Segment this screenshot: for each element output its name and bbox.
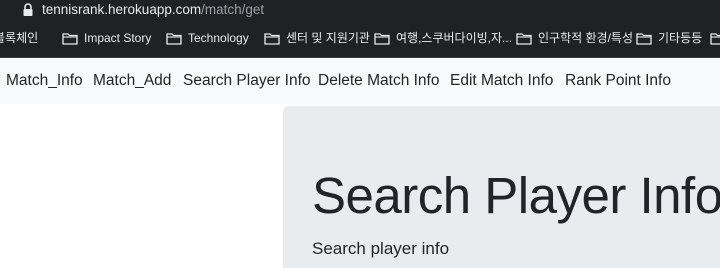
url-path: /match/get [201, 2, 265, 17]
bookmark-label: 블록체인 [0, 31, 39, 45]
nav-match-add[interactable]: Match_Add [93, 71, 171, 91]
bookmark-label: Technology [188, 31, 249, 45]
bookmark-label: 기타등등 [658, 31, 703, 45]
folder-icon [516, 32, 532, 45]
folder-icon [62, 32, 78, 45]
bookmark-folder-travel[interactable]: 여행,스쿠버다이빙,자... [374, 29, 512, 47]
bookmark-folder-overflow[interactable] [710, 29, 720, 47]
bookmark-label: Impact Story [84, 31, 152, 45]
nav-match-info[interactable]: Match_Info [6, 71, 83, 91]
nav-edit-match-info[interactable]: Edit Match Info [450, 71, 553, 91]
folder-icon [710, 32, 720, 45]
bookmark-folder-blockchain[interactable]: 블록체인 [0, 29, 38, 47]
main-content: Search Player Info Search player info [0, 104, 720, 268]
bookmark-folder-impact-story[interactable]: Impact Story [62, 29, 151, 47]
bookmark-label: 센터 및 지원기관 [286, 31, 370, 45]
page-title: Search Player Info [312, 167, 720, 224]
page-lead: Search player info [312, 239, 450, 258]
bookmark-folder-centers[interactable]: 센터 및 지원기관 [264, 29, 370, 47]
url-domain: tennisrank.herokuapp.com [42, 2, 202, 17]
folder-icon [636, 32, 652, 45]
bookmark-label: 여행,스쿠버다이빙,자... [396, 31, 513, 45]
nav-rank-point-info[interactable]: Rank Point Info [565, 71, 671, 91]
folder-icon [166, 32, 182, 45]
jumbotron: Search Player Info Search player info [283, 106, 720, 268]
folder-icon [374, 32, 390, 45]
bookmarks-bar: 블록체인 Impact Story Technology 센터 및 지원기관 여… [0, 20, 720, 58]
lock-icon [23, 3, 33, 16]
bookmark-label: 인구학적 환경/특성 [538, 31, 633, 45]
bookmark-folder-etc[interactable]: 기타등등 [636, 29, 702, 47]
folder-icon [264, 32, 280, 45]
nav-search-player-info[interactable]: Search Player Info [183, 71, 311, 91]
bookmark-folder-technology[interactable]: Technology [166, 29, 249, 47]
bookmark-folder-demographics[interactable]: 인구학적 환경/특성 [516, 29, 633, 47]
url-text[interactable]: tennisrank.herokuapp.com/match/get [42, 1, 264, 18]
browser-address-bar[interactable]: tennisrank.herokuapp.com/match/get [0, 0, 720, 20]
app-navbar: Match_Info Match_Add Search Player Info … [0, 58, 720, 104]
nav-delete-match-info[interactable]: Delete Match Info [318, 71, 439, 91]
